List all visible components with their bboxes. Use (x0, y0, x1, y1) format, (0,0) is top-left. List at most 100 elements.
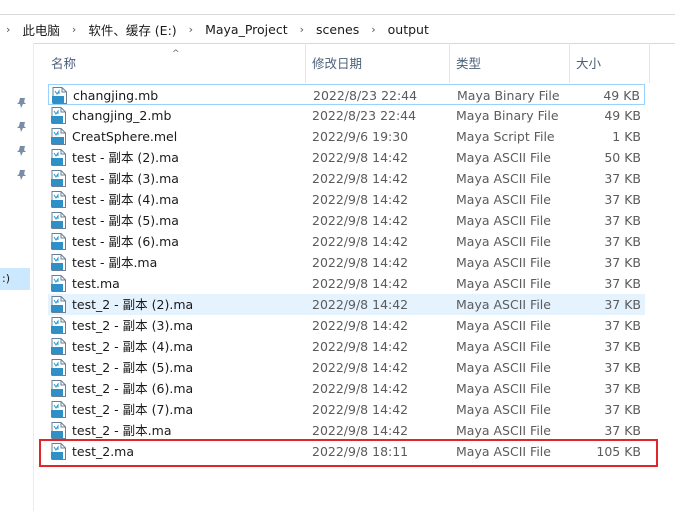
maya-ascii-file-icon (51, 254, 66, 271)
file-size: 37 KB (604, 402, 641, 417)
file-modified-date: 2022/9/8 14:42 (312, 255, 409, 270)
chevron-right-icon[interactable]: › (6, 23, 10, 36)
file-modified-date: 2022/9/8 14:42 (312, 276, 409, 291)
maya-ascii-file-icon (51, 359, 66, 376)
pin-icon[interactable] (16, 145, 28, 157)
file-modified-date: 2022/8/23 22:44 (313, 88, 418, 103)
file-modified-date: 2022/9/8 14:42 (312, 318, 409, 333)
file-row[interactable]: test - 副本 (6).ma 2022/9/8 14:42 Maya ASCII… (48, 231, 645, 252)
file-row[interactable]: CreatSphere.mel 2022/9/6 19:30 Maya Script… (48, 126, 645, 147)
file-size: 37 KB (604, 381, 641, 396)
address-bar[interactable]: › 此电脑 › 软件、缓存 (E:) › Maya_Project › scen… (0, 14, 675, 44)
breadcrumb-drive-e[interactable]: 软件、缓存 (E:) (88, 20, 176, 39)
file-size: 37 KB (604, 213, 641, 228)
column-header-size[interactable]: 大小 (570, 43, 650, 83)
pin-icon[interactable] (16, 97, 28, 109)
file-row[interactable]: test - 副本.ma 2022/9/8 14:42 Maya ASCII Fil… (48, 252, 645, 273)
pin-icon[interactable] (16, 121, 28, 133)
file-type: Maya ASCII File (456, 234, 551, 249)
file-name: test - 副本 (5).ma (72, 213, 179, 228)
file-row[interactable]: test_2.ma 2022/9/8 18:11 Maya ASCII File 10… (48, 441, 645, 462)
file-type: Maya ASCII File (456, 192, 551, 207)
pin-icon[interactable] (16, 169, 28, 181)
column-header-name[interactable]: 名称 (45, 43, 306, 83)
file-row[interactable]: test - 副本 (3).ma 2022/9/8 14:42 Maya ASCII… (48, 168, 645, 189)
file-modified-date: 2022/9/8 14:42 (312, 234, 409, 249)
file-type: Maya ASCII File (456, 213, 551, 228)
maya-ascii-file-icon (51, 338, 66, 355)
file-type: Maya Binary File (457, 88, 560, 103)
file-modified-date: 2022/9/8 14:42 (312, 192, 409, 207)
column-header-type[interactable]: 类型 (450, 43, 570, 83)
file-type: Maya ASCII File (456, 318, 551, 333)
file-type: Maya ASCII File (456, 171, 551, 186)
maya-ascii-file-icon (51, 149, 66, 166)
file-type: Maya ASCII File (456, 255, 551, 270)
column-header-date[interactable]: 修改日期 (306, 43, 450, 83)
file-row[interactable]: test_2 - 副本 (7).ma 2022/9/8 14:42 Maya ASC… (48, 399, 645, 420)
file-size: 37 KB (604, 234, 641, 249)
maya-ascii-file-icon (51, 401, 66, 418)
file-modified-date: 2022/9/6 19:30 (312, 129, 409, 144)
file-size: 49 KB (603, 88, 640, 103)
file-type: Maya ASCII File (456, 423, 551, 438)
file-name: test - 副本.ma (72, 255, 158, 270)
file-size: 37 KB (604, 318, 641, 333)
file-modified-date: 2022/8/23 22:44 (312, 108, 417, 123)
file-type: Maya ASCII File (456, 339, 551, 354)
maya-ascii-file-icon (51, 422, 66, 439)
file-type: Maya Script File (456, 129, 555, 144)
breadcrumb-this-pc[interactable]: 此电脑 (22, 20, 60, 39)
file-row[interactable]: test - 副本 (2).ma 2022/9/8 14:42 Maya ASCII… (48, 147, 645, 168)
file-size: 37 KB (604, 276, 641, 291)
chevron-right-icon[interactable]: › (189, 23, 193, 36)
file-type: Maya ASCII File (456, 360, 551, 375)
file-modified-date: 2022/9/8 14:42 (312, 150, 409, 165)
maya-ascii-file-icon (51, 317, 66, 334)
file-size: 37 KB (604, 360, 641, 375)
breadcrumb-maya-project[interactable]: Maya_Project (205, 22, 288, 37)
file-name: changjing.mb (73, 88, 159, 103)
file-row[interactable]: changjing_2.mb 2022/8/23 22:44 Maya Binary… (48, 105, 645, 126)
chevron-right-icon[interactable]: › (72, 23, 76, 36)
file-type: Maya ASCII File (456, 276, 551, 291)
file-modified-date: 2022/9/8 14:42 (312, 297, 409, 312)
chevron-right-icon[interactable]: › (300, 23, 304, 36)
file-row[interactable]: test_2 - 副本 (6).ma 2022/9/8 14:42 Maya ASC… (48, 378, 645, 399)
file-modified-date: 2022/9/8 14:42 (312, 171, 409, 186)
file-name: test - 副本 (6).ma (72, 234, 179, 249)
navigation-pane[interactable]: :) (0, 43, 34, 511)
maya-ascii-file-icon (51, 275, 66, 292)
file-type: Maya ASCII File (456, 444, 551, 459)
file-modified-date: 2022/9/8 14:42 (312, 339, 409, 354)
file-type: Maya Binary File (456, 108, 559, 123)
breadcrumb-output[interactable]: output (388, 22, 429, 37)
file-row[interactable]: changjing.mb 2022/8/23 22:44 Maya Binary F… (48, 84, 645, 105)
maya-ascii-file-icon (51, 191, 66, 208)
file-modified-date: 2022/9/8 18:11 (312, 444, 409, 459)
file-name: test - 副本 (2).ma (72, 150, 179, 165)
file-row[interactable]: test_2 - 副本 (2).ma 2022/9/8 14:42 Maya ASC… (48, 294, 645, 315)
file-row[interactable]: test.ma 2022/9/8 14:42 Maya ASCII File 37 K… (48, 273, 645, 294)
file-name: test_2 - 副本 (6).ma (72, 381, 194, 396)
file-size: 50 KB (604, 150, 641, 165)
file-row[interactable]: test_2 - 副本.ma 2022/9/8 14:42 Maya ASCII F… (48, 420, 645, 441)
file-row[interactable]: test - 副本 (5).ma 2022/9/8 14:42 Maya ASCII… (48, 210, 645, 231)
file-row[interactable]: test_2 - 副本 (3).ma 2022/9/8 14:42 Maya ASC… (48, 315, 645, 336)
maya-ascii-file-icon (51, 443, 66, 460)
maya-ascii-file-icon (51, 296, 66, 313)
file-size: 37 KB (604, 171, 641, 186)
file-size: 37 KB (604, 339, 641, 354)
nav-item-drive-e-selected[interactable]: :) (0, 268, 30, 290)
breadcrumb-scenes[interactable]: scenes (316, 22, 359, 37)
maya-binary-file-icon (52, 87, 67, 104)
file-modified-date: 2022/9/8 14:42 (312, 402, 409, 417)
file-name: CreatSphere.mel (72, 129, 178, 144)
file-size: 37 KB (604, 255, 641, 270)
chevron-right-icon[interactable]: › (371, 23, 375, 36)
file-row[interactable]: test_2 - 副本 (4).ma 2022/9/8 14:42 Maya ASC… (48, 336, 645, 357)
file-row[interactable]: test - 副本 (4).ma 2022/9/8 14:42 Maya ASCII… (48, 189, 645, 210)
file-type: Maya ASCII File (456, 297, 551, 312)
file-row[interactable]: test_2 - 副本 (5).ma 2022/9/8 14:42 Maya ASC… (48, 357, 645, 378)
maya-binary-file-icon (51, 107, 66, 124)
